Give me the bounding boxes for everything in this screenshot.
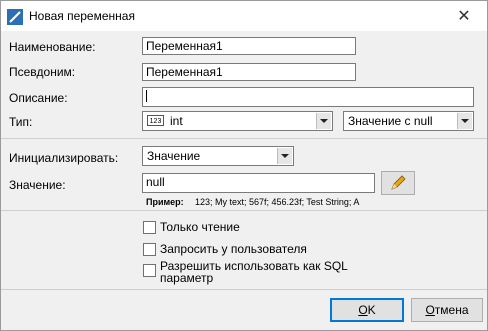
integer-type-icon: 123 bbox=[147, 115, 164, 126]
separator bbox=[1, 289, 487, 290]
new-variable-dialog: Новая переменная ✕ Наименование: Перемен… bbox=[0, 0, 488, 331]
text-cursor bbox=[146, 90, 147, 102]
readonly-label: Только чтение bbox=[160, 220, 240, 234]
edit-value-button[interactable] bbox=[381, 171, 415, 195]
app-icon bbox=[7, 9, 23, 25]
alias-label: Псевдоним: bbox=[9, 65, 76, 79]
close-button[interactable]: ✕ bbox=[441, 1, 487, 31]
close-icon: ✕ bbox=[457, 8, 471, 25]
ok-button[interactable]: OK bbox=[330, 298, 404, 322]
type-value: int bbox=[170, 114, 183, 128]
sql-param-label-line2: параметр bbox=[160, 271, 214, 285]
sql-param-label: Разрешить использовать как SQL параметр bbox=[160, 260, 348, 284]
init-value: Значение bbox=[147, 149, 201, 163]
example-label: Пример: bbox=[146, 197, 184, 207]
readonly-checkbox[interactable] bbox=[143, 221, 156, 234]
sql-param-checkbox[interactable] bbox=[143, 264, 156, 277]
chevron-down-icon bbox=[277, 148, 292, 164]
value-label: Значение: bbox=[9, 178, 66, 192]
description-label: Описание: bbox=[9, 91, 68, 105]
window-title: Новая переменная bbox=[29, 9, 135, 23]
ok-button-label: OK bbox=[358, 303, 376, 317]
nullability-value: Значение с null bbox=[348, 114, 433, 128]
type-label: Тип: bbox=[9, 115, 33, 129]
description-input[interactable] bbox=[142, 87, 474, 107]
type-select[interactable]: 123 int bbox=[142, 111, 333, 131]
cancel-button[interactable]: Отмена bbox=[411, 298, 483, 322]
pencil-icon bbox=[391, 175, 406, 190]
example-text: 123; My text; 567f; 456.23f; Test String… bbox=[195, 197, 360, 207]
separator bbox=[1, 210, 487, 211]
ask-user-label: Запросить у пользователя bbox=[160, 242, 307, 256]
chevron-down-icon bbox=[316, 113, 331, 129]
value-input[interactable]: null bbox=[142, 173, 375, 193]
init-select[interactable]: Значение bbox=[142, 146, 294, 166]
alias-input[interactable]: Переменная1 bbox=[142, 63, 356, 81]
nullability-select[interactable]: Значение с null bbox=[343, 111, 474, 131]
name-label: Наименование: bbox=[9, 40, 96, 54]
title-bar: Новая переменная ✕ bbox=[1, 1, 487, 31]
cancel-button-label: Отмена bbox=[425, 303, 469, 317]
chevron-down-icon bbox=[457, 113, 472, 129]
init-label: Инициализировать: bbox=[9, 151, 119, 165]
name-input[interactable]: Переменная1 bbox=[142, 37, 356, 55]
separator bbox=[1, 138, 487, 139]
ask-user-checkbox[interactable] bbox=[143, 243, 156, 256]
